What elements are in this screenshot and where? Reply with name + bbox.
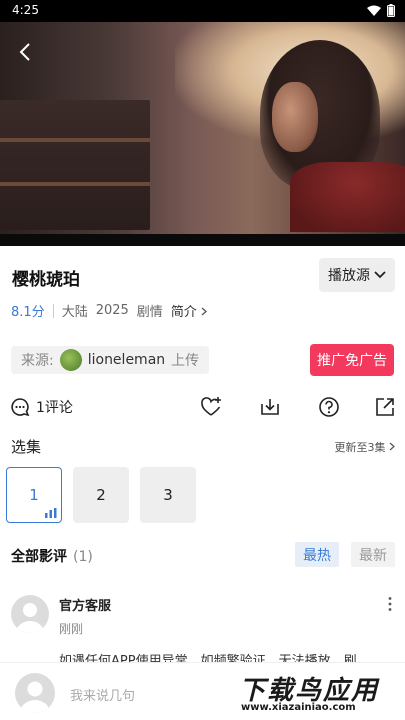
action-row: 1评论 <box>10 395 395 421</box>
source-button[interactable]: 播放源 <box>319 258 395 292</box>
promo-button[interactable]: 推广免广告 <box>310 344 394 376</box>
comment-user: 官方客服 <box>59 599 112 614</box>
meta-row: 8.1分 大陆 2025 剧情 简介 <box>11 301 207 320</box>
episode-list: 1 2 3 <box>6 467 196 523</box>
watermark-url: www.xiazainiao.com <box>241 702 356 713</box>
reviews-title: 全部影评 (1) <box>11 546 93 566</box>
uploader-avatar <box>59 349 82 371</box>
reviews-header: 全部影评 (1) 最热 最新 <box>11 542 395 568</box>
status-time: 4:25 <box>12 3 39 17</box>
video-frame-person-shirt <box>290 162 405 232</box>
chevron-right-icon <box>201 307 207 316</box>
intro-label: 简介 <box>170 305 197 320</box>
comment-count-button[interactable]: 1评论 <box>10 397 73 417</box>
comment-input-placeholder[interactable]: 我来说几句 <box>70 685 135 704</box>
status-bar: 4:25 <box>0 0 405 22</box>
episode-label: 1 <box>29 486 39 504</box>
chevron-down-icon <box>374 271 386 279</box>
region: 大陆 <box>61 305 88 320</box>
video-frame-person-face <box>272 82 318 152</box>
uploader-name: lioneleman <box>87 352 166 368</box>
video-frame-shelf <box>0 100 150 230</box>
download-icon[interactable] <box>259 396 281 418</box>
episode-button[interactable]: 1 <box>6 467 62 523</box>
uploader-prefix: 来源: <box>21 353 54 369</box>
favorite-add-icon[interactable] <box>200 396 222 418</box>
comment-avatar <box>11 595 49 633</box>
uploader-suffix: 上传 <box>171 353 200 369</box>
reviews-title-label: 全部影评 <box>11 549 67 565</box>
episodes-title: 选集 <box>11 438 42 456</box>
comment-item: 官方客服 刚刚 如遇任何APP使用异常，如频繁验证，无法播放，刷 <box>11 592 397 669</box>
video-player[interactable] <box>0 22 405 246</box>
title-row: 樱桃琥珀 播放源 <box>12 258 395 294</box>
episode-label: 3 <box>163 486 173 504</box>
year: 2025 <box>95 303 129 318</box>
back-arrow-icon[interactable] <box>14 40 38 64</box>
playing-bars-icon <box>45 508 57 518</box>
my-avatar <box>15 673 55 713</box>
movie-title: 樱桃琥珀 <box>12 270 80 290</box>
wifi-icon <box>367 5 381 16</box>
episodes-more-label: 更新至3集 <box>334 441 386 454</box>
divider <box>52 303 54 318</box>
source-button-label: 播放源 <box>328 268 370 284</box>
episodes-header: 选集 更新至3集 <box>11 436 395 456</box>
more-vertical-icon[interactable] <box>387 596 393 612</box>
reviews-count: (1) <box>73 549 93 565</box>
video-bottom-bar <box>0 234 405 246</box>
help-icon[interactable] <box>318 396 340 418</box>
uploader-tag[interactable]: 来源: lioneleman 上传 <box>11 346 210 374</box>
intro-link[interactable]: 简介 <box>171 301 207 320</box>
battery-icon <box>387 4 395 17</box>
episode-label: 2 <box>96 486 106 504</box>
watermark: 下载鸟应用 www.xiazainiao.com <box>233 666 405 720</box>
episodes-more-link[interactable]: 更新至3集 <box>335 439 396 455</box>
sort-new-tab[interactable]: 最新 <box>351 542 395 567</box>
status-icons <box>367 4 395 17</box>
default-avatar-icon <box>20 681 50 713</box>
comment-count-label: 1评论 <box>36 400 73 416</box>
episode-button[interactable]: 2 <box>73 467 129 523</box>
default-avatar-icon <box>16 603 44 633</box>
share-icon[interactable] <box>374 396 396 418</box>
comment-icon <box>11 398 30 417</box>
sort-hot-tab[interactable]: 最热 <box>295 542 339 567</box>
score: 8.1分 <box>11 305 45 320</box>
episode-button[interactable]: 3 <box>140 467 196 523</box>
comment-time: 刚刚 <box>59 622 84 636</box>
genre: 剧情 <box>136 305 163 320</box>
chevron-right-icon <box>389 442 395 451</box>
